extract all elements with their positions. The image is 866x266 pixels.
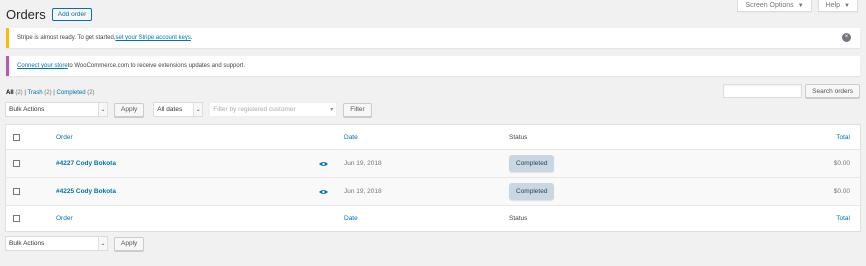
chevron-down-icon: ⌄ bbox=[98, 237, 107, 250]
filter-all-count: (2) bbox=[15, 90, 23, 96]
table-row[interactable]: #4225 Cody Bokota Jun 19, 2018 Completed… bbox=[6, 178, 860, 206]
stripe-notice-end: . bbox=[190, 35, 193, 41]
page-header: Orders Add order bbox=[6, 7, 93, 22]
status-badge: Completed bbox=[509, 155, 555, 172]
filter-button[interactable]: Filter bbox=[343, 102, 372, 117]
help-label: Help bbox=[825, 2, 841, 9]
filter-completed-count: (2) bbox=[87, 90, 95, 96]
tablenav-bottom: Bulk Actions ⌄ Apply bbox=[5, 236, 145, 251]
column-total[interactable]: Total bbox=[836, 125, 850, 149]
search-orders-button[interactable]: Search orders bbox=[805, 84, 860, 98]
column-status: Status bbox=[509, 133, 528, 141]
caret-down-icon: ▼ bbox=[844, 2, 850, 9]
stripe-notice-text: Stripe is almost ready. To get started, bbox=[17, 35, 116, 41]
column-status: Status bbox=[509, 215, 528, 222]
eye-icon[interactable] bbox=[319, 178, 328, 205]
eye-icon[interactable] bbox=[319, 150, 328, 177]
row-checkbox[interactable] bbox=[13, 188, 20, 195]
customer-select[interactable]: Filter by registered customer ▾ bbox=[209, 102, 338, 117]
column-order[interactable]: Order bbox=[56, 206, 73, 231]
help-button[interactable]: Help ▼ bbox=[817, 0, 858, 12]
stripe-notice: Stripe is almost ready. To get started, … bbox=[6, 28, 860, 48]
table-header: Order Date Status Total bbox=[6, 125, 860, 150]
chevron-down-icon: ⌄ bbox=[193, 103, 203, 116]
order-total: $0.00 bbox=[833, 188, 850, 195]
row-checkbox[interactable] bbox=[13, 160, 20, 167]
caret-down-icon: ▼ bbox=[797, 2, 804, 9]
dismiss-icon[interactable]: × bbox=[842, 33, 851, 42]
order-date: Jun 19, 2018 bbox=[344, 160, 382, 167]
select-all-checkbox[interactable] bbox=[13, 215, 20, 222]
connect-store-link[interactable]: Connect your store bbox=[17, 63, 68, 69]
order-link[interactable]: #4227 Cody Bokota bbox=[56, 160, 116, 167]
filter-trash-count: (2) bbox=[44, 90, 52, 96]
bulk-actions-select[interactable]: Bulk Actions ⌄ bbox=[5, 236, 108, 251]
table-row[interactable]: #4227 Cody Bokota Jun 19, 2018 Completed… bbox=[6, 150, 860, 178]
add-order-button[interactable]: Add order bbox=[51, 8, 93, 21]
customer-placeholder: Filter by registered customer bbox=[213, 106, 296, 113]
page-title: Orders bbox=[6, 7, 46, 22]
column-date[interactable]: Date bbox=[344, 125, 358, 149]
search-input[interactable] bbox=[723, 84, 803, 98]
order-link[interactable]: #4225 Cody Bokota bbox=[56, 188, 116, 195]
bulk-actions-select[interactable]: Bulk Actions ⌄ bbox=[5, 102, 108, 117]
status-badge: Completed bbox=[509, 183, 555, 200]
apply-button[interactable]: Apply bbox=[114, 102, 145, 117]
order-total: $0.00 bbox=[833, 160, 850, 167]
filter-trash[interactable]: Trash bbox=[27, 90, 42, 96]
dates-select[interactable]: All dates ⌄ bbox=[153, 102, 204, 117]
filter-completed[interactable]: Completed bbox=[57, 90, 86, 96]
screen-meta-links: Screen Options ▼ Help ▼ bbox=[737, 0, 858, 12]
chevron-down-icon: ▾ bbox=[327, 103, 337, 116]
column-total[interactable]: Total bbox=[836, 206, 850, 231]
orders-table: Order Date Status Total #4227 Cody Bokot… bbox=[5, 124, 861, 232]
tablenav-top: Bulk Actions ⌄ Apply All dates ⌄ Filter … bbox=[5, 102, 372, 117]
search-box: Search orders bbox=[723, 84, 860, 98]
order-date: Jun 19, 2018 bbox=[344, 188, 382, 195]
column-date[interactable]: Date bbox=[344, 206, 358, 231]
bulk-actions-value: Bulk Actions bbox=[9, 106, 45, 113]
screen-options-button[interactable]: Screen Options ▼ bbox=[737, 0, 812, 12]
bulk-actions-value: Bulk Actions bbox=[9, 240, 45, 247]
stripe-keys-link[interactable]: set your Stripe account keys bbox=[116, 35, 191, 41]
column-order[interactable]: Order bbox=[56, 125, 73, 149]
table-footer: Order Date Status Total bbox=[6, 206, 860, 231]
select-all-checkbox[interactable] bbox=[13, 133, 20, 141]
status-filters: All (2) | Trash (2) | Completed (2) bbox=[6, 90, 95, 96]
chevron-down-icon: ⌄ bbox=[98, 103, 107, 116]
connect-notice-text: to WooCommerce.com to receive extensions… bbox=[67, 63, 246, 69]
filter-all[interactable]: All bbox=[6, 90, 14, 96]
apply-button[interactable]: Apply bbox=[114, 236, 145, 251]
woocommerce-connect-notice: Connect your store to WooCommerce.com to… bbox=[6, 56, 860, 76]
dates-value: All dates bbox=[157, 106, 183, 113]
screen-options-label: Screen Options bbox=[745, 2, 794, 9]
